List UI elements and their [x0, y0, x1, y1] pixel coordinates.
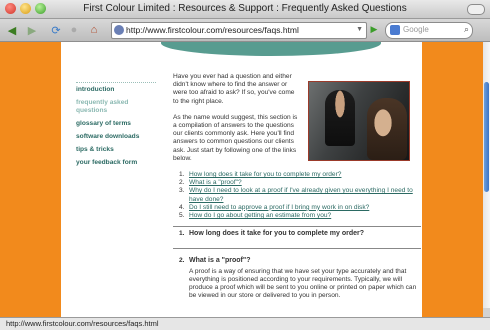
window-title: First Colour Limited : Resources & Suppo… — [83, 3, 407, 14]
faq-link-4[interactable]: Do I still need to approve a proof if I … — [189, 204, 369, 211]
address-url: http://www.firstcolour.com/resources/faq… — [126, 25, 299, 35]
faq-link-1[interactable]: How long does it take for you to complet… — [189, 171, 341, 178]
main-content: Have you ever had a question and either … — [173, 73, 421, 310]
faq-number: 1. — [179, 230, 185, 238]
address-bar[interactable]: http://www.firstcolour.com/resources/faq… — [111, 22, 367, 39]
header-photo — [308, 81, 410, 161]
search-engine-icon[interactable] — [390, 25, 400, 35]
home-button[interactable]: ⌂ — [86, 22, 102, 38]
sidebar-nav: introduction frequently asked questions … — [76, 82, 156, 172]
faq-answer-text: A proof is a way of ensuring that we hav… — [189, 267, 417, 300]
browser-toolbar: ◀ ▶ ⟳ ● ⌂ http://www.firstcolour.com/res… — [0, 19, 490, 42]
photo-person-1 — [325, 90, 355, 146]
section-divider — [173, 248, 421, 250]
faq-link-list: 1. How long does it take for you to compl… — [173, 171, 417, 220]
faq-answer-1: 1. How long does it take for you to comp… — [173, 230, 417, 238]
forward-button[interactable]: ▶ — [24, 22, 40, 38]
status-text: http://www.firstcolour.com/resources/faq… — [6, 319, 159, 328]
page-header-banner — [61, 42, 422, 60]
faq-link-5[interactable]: How do I go about getting an estimate fr… — [189, 212, 331, 219]
go-button[interactable]: ▶ — [368, 23, 380, 35]
faq-number: 2. — [179, 257, 185, 265]
faq-answer-2: 2. What is a "proof"? A proof is a way o… — [173, 257, 417, 300]
title-bar: First Colour Limited : Resources & Suppo… — [0, 0, 490, 19]
scrollbar-thumb[interactable] — [484, 82, 489, 192]
photo-person-2 — [367, 98, 407, 160]
search-placeholder: Google — [403, 25, 429, 34]
back-button[interactable]: ◀ — [4, 22, 20, 38]
list-item: 5. How do I go about getting an estimate … — [179, 212, 332, 220]
scroll-down-button[interactable] — [483, 308, 490, 317]
page-viewport: introduction frequently asked questions … — [0, 42, 483, 317]
sidebar-item-introduction[interactable]: introduction — [76, 86, 156, 94]
address-dropdown-icon[interactable]: ▼ — [356, 26, 363, 33]
status-bar: http://www.firstcolour.com/resources/faq… — [0, 317, 490, 330]
list-item: 3. Why do I need to look at a proof if I'… — [179, 187, 413, 203]
home-icon: ⌂ — [90, 24, 98, 36]
header-decoration — [161, 42, 381, 56]
reload-button[interactable]: ⟳ — [48, 22, 64, 38]
list-item: 1. How long does it take for you to compl… — [179, 171, 342, 179]
intro-paragraph-1: Have you ever had a question and either … — [173, 73, 295, 105]
faq-link-3[interactable]: Why do I need to look at a proof if I've… — [189, 187, 413, 202]
site-favicon-icon — [114, 25, 124, 35]
stop-icon: ● — [70, 24, 78, 36]
sidebar-item-feedback-form[interactable]: your feedback form — [76, 159, 156, 167]
search-icon[interactable]: ⌕ — [464, 24, 469, 35]
sidebar-item-software-downloads[interactable]: software downloads — [76, 133, 156, 141]
stop-button[interactable]: ● — [66, 22, 82, 38]
intro-paragraph-2: As the name would suggest, this section … — [173, 113, 298, 162]
vertical-scrollbar[interactable] — [483, 42, 490, 317]
search-box[interactable]: Google ⌕ — [385, 22, 473, 39]
faq-link-2[interactable]: What is a "proof"? — [189, 179, 242, 186]
reload-icon: ⟳ — [51, 24, 61, 37]
back-arrow-icon: ◀ — [7, 24, 17, 37]
list-item: 4. Do I still need to approve a proof if … — [179, 203, 370, 211]
sidebar-item-faq[interactable]: frequently asked questions — [76, 99, 156, 115]
sidebar-item-tips-tricks[interactable]: tips & tricks — [76, 146, 156, 154]
toolbar-toggle-button[interactable] — [467, 4, 485, 15]
section-divider — [173, 226, 421, 228]
forward-arrow-icon: ▶ — [27, 24, 37, 37]
sidebar-divider — [76, 82, 156, 83]
sidebar-item-glossary[interactable]: glossary of terms — [76, 120, 156, 128]
faq-question: What is a "proof"? — [189, 257, 251, 265]
faq-question: How long does it take for you to complet… — [189, 230, 365, 238]
list-item: 2. What is a "proof"? — [179, 179, 242, 187]
